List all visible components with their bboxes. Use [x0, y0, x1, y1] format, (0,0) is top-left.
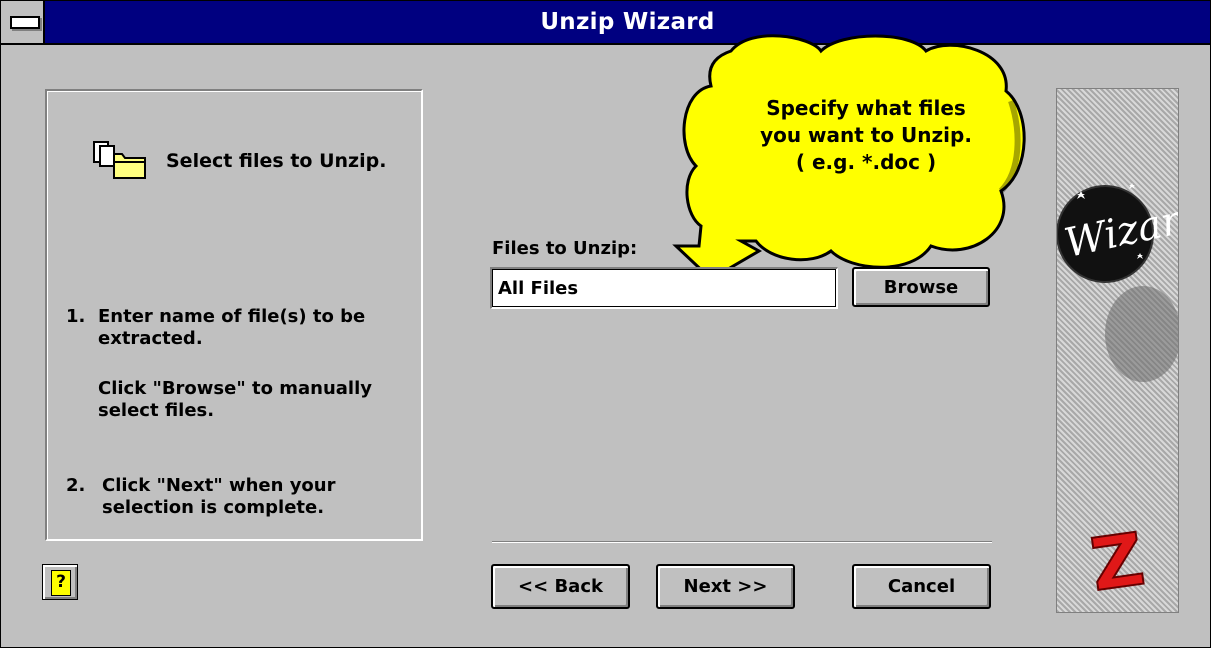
unzip-wizard-window: Unzip Wizard Select files to Unzip. 1. E… — [0, 0, 1211, 648]
window-title: Unzip Wizard — [540, 9, 715, 35]
step2-line2: selection is complete. — [102, 497, 325, 518]
back-button[interactable]: << Back — [491, 564, 630, 609]
button-separator — [492, 541, 992, 543]
files-folder-icon — [93, 141, 146, 179]
system-menu-icon — [10, 16, 40, 29]
title-bar[interactable]: Unzip Wizard — [1, 1, 1210, 45]
step1-line2: extracted. — [98, 328, 203, 349]
callout-text: Specify what files you want to Unzip. ( … — [701, 95, 1031, 176]
step-title: Select files to Unzip. — [166, 150, 387, 172]
instructions-panel: Select files to Unzip. 1. Enter name of … — [45, 89, 423, 541]
step1-line1: Enter name of file(s) to be — [98, 306, 366, 327]
wizard-banner: Wizard Z — [1056, 88, 1179, 613]
cancel-button[interactable]: Cancel — [852, 564, 991, 609]
step1-number: 1. — [66, 306, 86, 327]
files-to-unzip-label: Files to Unzip: — [492, 238, 638, 259]
step2-number: 2. — [66, 475, 86, 496]
wizard-banner-art: Wizard Z — [1057, 183, 1178, 608]
help-button[interactable]: ? — [42, 564, 78, 600]
files-to-unzip-input[interactable] — [490, 267, 838, 309]
step1-browse-line1: Click "Browse" to manually — [98, 378, 372, 399]
step2-line1: Click "Next" when your — [102, 475, 336, 496]
z-logo-icon: Z — [1086, 517, 1149, 607]
system-menu-button[interactable] — [1, 1, 45, 43]
next-button[interactable]: Next >> — [656, 564, 795, 609]
callout-line2: you want to Unzip. — [760, 123, 972, 147]
callout-line3: ( e.g. *.doc ) — [795, 150, 937, 174]
help-icon: ? — [51, 570, 71, 596]
browse-button[interactable]: Browse — [852, 267, 990, 307]
callout-line1: Specify what files — [766, 96, 966, 120]
step1-browse-line2: select files. — [98, 400, 215, 421]
